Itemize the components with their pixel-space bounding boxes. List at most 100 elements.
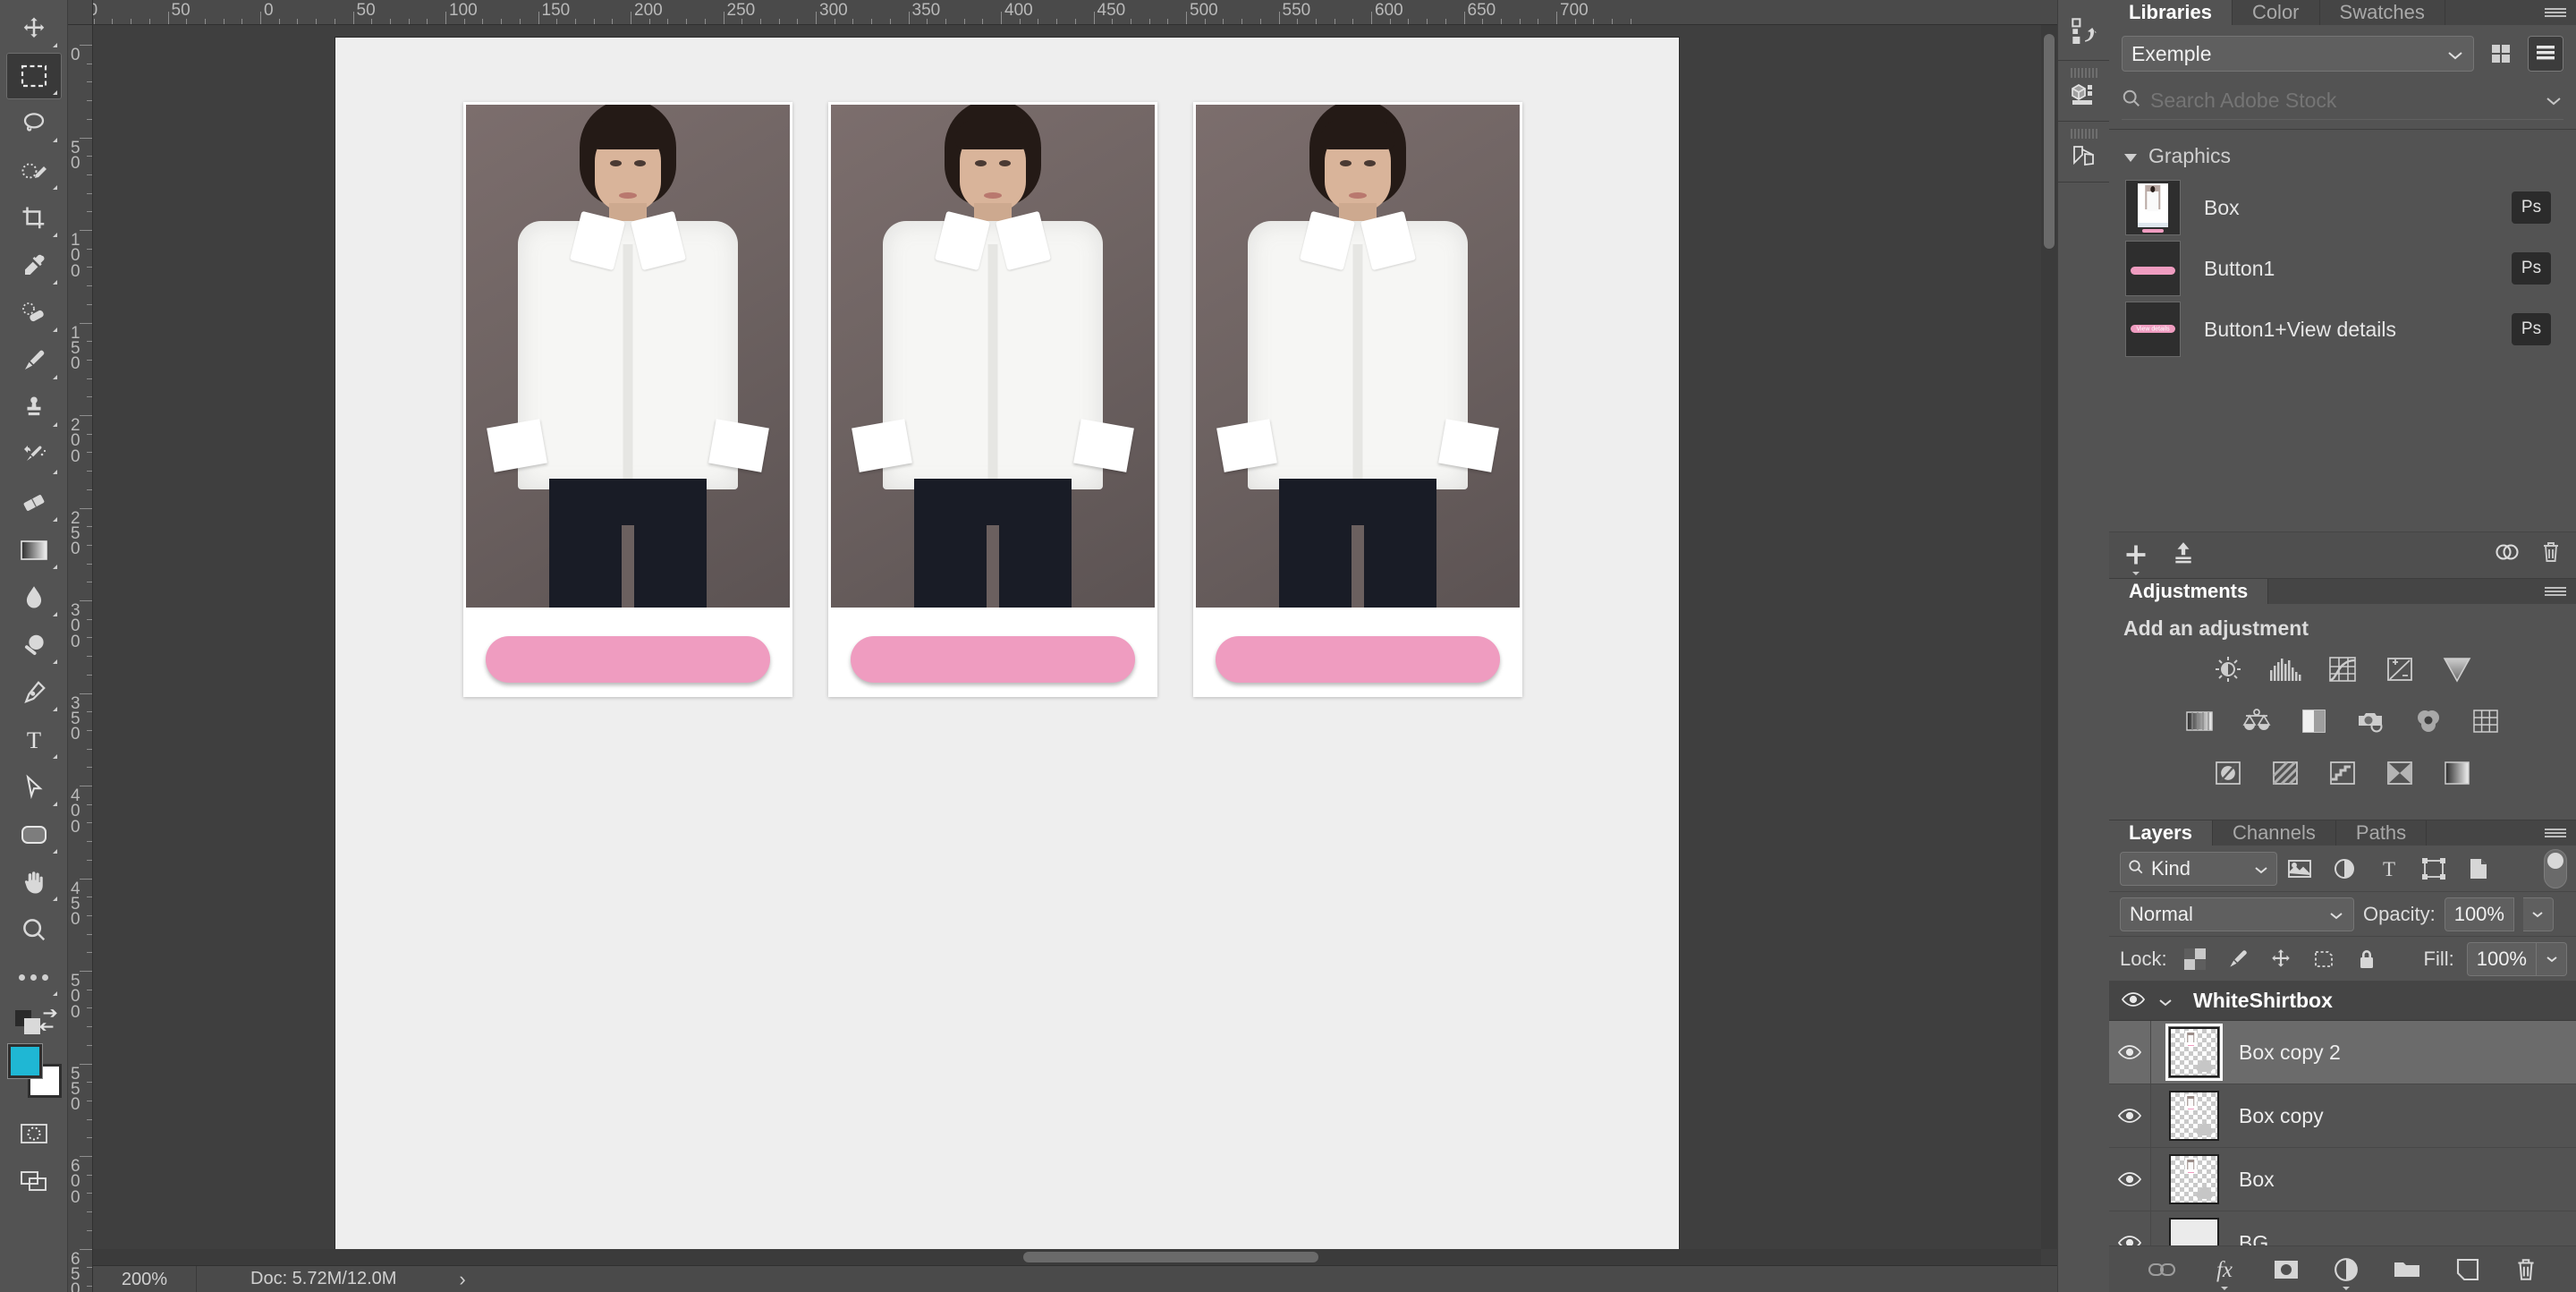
dodge-tool[interactable] [6,622,62,668]
levels-icon[interactable] [2264,650,2307,689]
black-white-icon[interactable] [2292,701,2335,741]
history-panel-icon[interactable] [2058,0,2109,61]
tab-paths[interactable]: Paths [2335,820,2428,846]
fill-stepper[interactable] [2537,941,2567,976]
move-tool[interactable] [6,5,62,52]
layer-mask-icon[interactable] [2273,1259,2300,1280]
spot-healing-brush-tool[interactable] [6,290,62,336]
filter-pixel-icon[interactable] [2277,852,2322,886]
layer-row[interactable]: Box copy 2 [2109,1021,2576,1085]
blur-tool[interactable] [6,574,62,621]
filter-adjustment-icon[interactable] [2322,852,2367,886]
opacity-stepper[interactable] [2522,897,2554,931]
product-card[interactable] [463,102,792,697]
library-item[interactable]: Box Ps [2109,177,2576,238]
rectangular-marquee-tool[interactable] [5,53,62,99]
layer-style-icon[interactable]: fx [2210,1257,2239,1290]
delete-icon[interactable] [2540,540,2562,569]
lock-position-icon[interactable] [2266,944,2296,974]
add-content-icon[interactable] [2123,542,2148,576]
tab-libraries[interactable]: Libraries [2109,0,2233,26]
canvas-scroll-area[interactable] [93,25,2057,1265]
hue-saturation-icon[interactable] [2178,701,2221,741]
tab-adjustments[interactable]: Adjustments [2109,578,2269,605]
stock-search-field[interactable] [2122,82,2563,121]
layer-visibility-toggle[interactable] [2109,1044,2150,1060]
vibrance-icon[interactable] [2436,650,2479,689]
creative-cloud-icon[interactable] [2494,540,2521,569]
gradient-map-icon[interactable] [2436,753,2479,793]
new-group-icon[interactable] [2393,1259,2421,1280]
tab-color[interactable]: Color [2232,0,2320,26]
brush-tool[interactable] [6,337,62,384]
opacity-value[interactable]: 100% [2444,897,2514,931]
properties-panel-icon[interactable] [2058,122,2109,183]
layer-visibility-toggle[interactable] [2109,1171,2150,1187]
chevron-down-icon[interactable] [2544,89,2563,113]
default-and-swap-colors[interactable] [6,1007,62,1039]
vertical-ruler[interactable]: 0 50 100 150 200 250 300 350 400 450 500 550 600 650 [68,25,93,1292]
tab-channels[interactable]: Channels [2212,820,2336,846]
zoom-tool[interactable] [6,906,62,953]
eraser-tool[interactable] [6,480,62,526]
hand-tool[interactable] [6,859,62,905]
chevron-down-icon[interactable] [2157,990,2174,1013]
threshold-icon[interactable] [2321,753,2364,793]
adjustments-panel-menu-icon[interactable] [2535,579,2576,604]
clone-stamp-tool[interactable] [6,385,62,431]
history-brush-tool[interactable] [6,432,62,479]
zoom-level-field[interactable]: 200% [93,1265,197,1292]
brightness-contrast-icon[interactable] [2207,650,2250,689]
document-canvas[interactable] [335,38,1679,1263]
view-details-button[interactable] [851,636,1135,683]
scrollbar-thumb[interactable] [1023,1252,1318,1262]
screen-mode-toggle[interactable] [6,1158,62,1204]
fill-value[interactable]: 100% [2466,941,2537,976]
posterize-icon[interactable] [2264,753,2307,793]
path-selection-tool[interactable] [6,764,62,811]
filter-shape-icon[interactable] [2411,852,2456,886]
view-details-button[interactable] [1216,636,1500,683]
tab-layers[interactable]: Layers [2109,820,2213,846]
lasso-tool[interactable] [6,100,62,147]
gradient-tool[interactable] [6,527,62,574]
scrollbar-thumb[interactable] [2044,34,2055,249]
blend-mode-select[interactable]: Normal [2120,897,2354,931]
horizontal-ruler[interactable]: 0050050100150200250300350400450500550600… [68,0,2057,25]
eyedropper-tool[interactable] [6,242,62,289]
status-expand-arrow[interactable]: › [396,1268,465,1291]
ruler-corner[interactable] [68,0,93,25]
photo-filter-icon[interactable] [2350,701,2393,741]
library-item[interactable]: Button1 Ps [2109,238,2576,299]
layer-row[interactable]: Box copy [2109,1084,2576,1149]
pen-tool[interactable] [6,669,62,716]
eye-icon[interactable] [2121,990,2146,1013]
type-tool[interactable]: T [6,717,62,763]
libraries-group-header[interactable]: Graphics [2109,130,2576,177]
channel-mixer-icon[interactable] [2407,701,2450,741]
lock-image-pixels-icon[interactable] [2223,944,2253,974]
libraries-panel-menu-icon[interactable] [2535,0,2576,25]
color-swatches[interactable] [6,1042,62,1098]
color-lookup-icon[interactable] [2464,701,2507,741]
product-card[interactable] [1193,102,1522,697]
invert-icon[interactable] [2207,753,2250,793]
product-card[interactable] [828,102,1157,697]
lock-artboard-nesting-icon[interactable] [2309,944,2339,974]
new-layer-icon[interactable] [2455,1258,2480,1281]
upload-icon[interactable] [2172,540,2195,569]
layer-thumbnail[interactable] [2165,1024,2223,1082]
crop-tool[interactable] [6,195,62,242]
edit-toolbar-tool[interactable] [6,954,62,1000]
tab-swatches[interactable]: Swatches [2319,0,2445,26]
quick-mask-toggle[interactable] [6,1110,62,1157]
library-select[interactable]: Exemple [2122,36,2474,72]
layer-row[interactable]: Box [2109,1148,2576,1212]
delete-layer-icon[interactable] [2514,1257,2538,1282]
layer-thumbnail[interactable] [2169,1091,2219,1142]
filter-type-icon[interactable]: T [2367,852,2411,886]
lock-transparent-pixels-icon[interactable] [2180,944,2210,974]
layer-group-header[interactable]: WhiteShirtbox [2109,982,2576,1022]
3d-panel-icon[interactable] [2058,61,2109,122]
color-balance-icon[interactable] [2235,701,2278,741]
